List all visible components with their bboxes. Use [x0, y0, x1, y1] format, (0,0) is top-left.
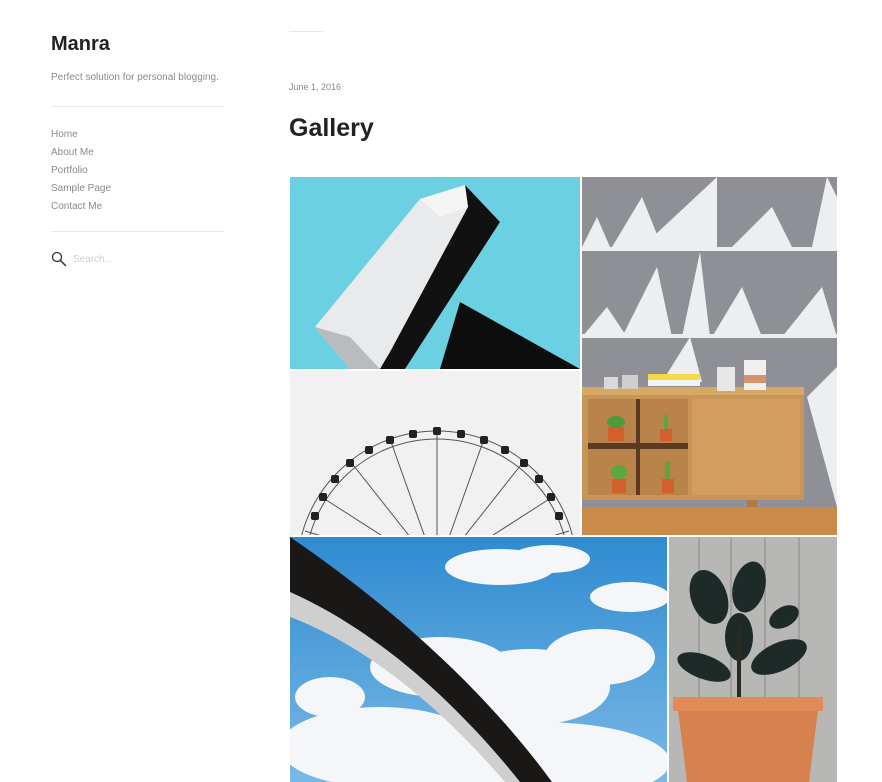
- site-title[interactable]: Manra: [51, 33, 110, 56]
- post-title[interactable]: Gallery: [289, 114, 374, 143]
- nav-item-contact-me[interactable]: Contact Me: [51, 198, 111, 216]
- gallery-image-architecture[interactable]: [290, 177, 580, 369]
- nav-item-about-me[interactable]: About Me: [51, 144, 111, 162]
- gallery-image-arch-sky[interactable]: [290, 537, 667, 782]
- search-icon[interactable]: [51, 251, 67, 267]
- nav-item-sample-page[interactable]: Sample Page: [51, 180, 111, 198]
- content-top-rule: [289, 31, 323, 32]
- main-navigation: Home About Me Portfolio Sample Page Cont…: [51, 126, 111, 216]
- nav-item-home[interactable]: Home: [51, 126, 111, 144]
- post-date[interactable]: June 1, 2016: [289, 82, 341, 92]
- sidebar-divider: [51, 106, 224, 107]
- gallery-image-ferris-wheel[interactable]: [290, 371, 580, 535]
- search-input[interactable]: [73, 253, 213, 265]
- gallery-image-rubber-plant[interactable]: [669, 537, 837, 782]
- site-tagline: Perfect solution for personal blogging.: [51, 72, 219, 83]
- sidebar-divider: [51, 231, 224, 232]
- search-form: [51, 251, 213, 267]
- gallery-image-sideboard[interactable]: [582, 177, 837, 535]
- nav-item-portfolio[interactable]: Portfolio: [51, 162, 111, 180]
